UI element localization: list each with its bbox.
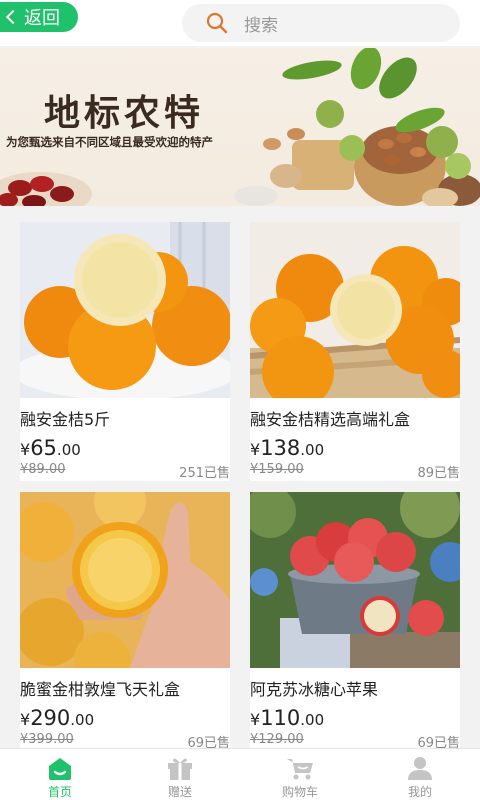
currency-symbol: ¥ <box>20 710 31 729</box>
tab-label: 购物车 <box>281 785 318 799</box>
product-card[interactable]: 脆蜜金柑敦煌飞天礼盒 ¥290.00 ¥399.00 69已售 <box>20 492 230 751</box>
currency-symbol: ¥ <box>250 710 261 729</box>
tab-gift[interactable]: 赠送 <box>120 749 240 800</box>
kumquat-bowl-image <box>20 222 230 398</box>
banner-subtitle: 为您甄选来自不同区域且最受欢迎的特产 <box>6 135 213 149</box>
product-image[interactable] <box>20 222 230 398</box>
original-price: ¥89.00 <box>20 462 66 477</box>
back-button[interactable]: 返回 <box>0 2 78 32</box>
product-price: ¥290.00 <box>20 706 230 730</box>
product-image[interactable] <box>20 492 230 668</box>
price-decimal: .00 <box>56 441 81 459</box>
currency-symbol: ¥ <box>20 440 31 459</box>
apple-bucket-image <box>250 492 460 668</box>
product-card[interactable]: 融安金桔5斤 ¥65.00 ¥89.00 251已售 <box>20 222 230 481</box>
tab-label: 首页 <box>47 785 72 799</box>
home-icon <box>49 758 71 780</box>
sold-count: 89已售 <box>417 466 460 481</box>
promo-banner[interactable]: 地标农特 为您甄选来自不同区域且最受欢迎的特产 <box>0 48 480 206</box>
currency-symbol: ¥ <box>250 440 261 459</box>
price-decimal: .00 <box>300 711 325 729</box>
search-icon <box>206 12 228 34</box>
search-input[interactable]: 搜索 <box>182 4 460 42</box>
product-title: 脆蜜金柑敦煌飞天礼盒 <box>20 680 181 699</box>
product-title: 阿克苏冰糖心苹果 <box>250 680 379 699</box>
cart-icon <box>287 759 313 780</box>
original-price: ¥159.00 <box>250 462 304 477</box>
tab-label: 我的 <box>407 785 432 799</box>
product-image[interactable] <box>250 222 460 398</box>
user-icon <box>408 757 432 780</box>
product-price: ¥110.00 <box>250 706 460 730</box>
price-integer: 290 <box>30 706 71 730</box>
kumquat-basket-image <box>250 222 460 398</box>
search-placeholder: 搜索 <box>244 15 278 36</box>
sold-count: 251已售 <box>179 466 230 481</box>
chevron-left-icon <box>5 9 21 25</box>
tab-home[interactable]: 首页 <box>0 749 120 800</box>
bottom-tab-bar: 首页 赠送 购物车 我的 <box>0 748 480 800</box>
price-integer: 110 <box>260 706 301 730</box>
kumquat-hand-image <box>20 492 230 668</box>
tab-profile[interactable]: 我的 <box>360 749 480 800</box>
product-price: ¥138.00 <box>250 436 460 460</box>
price-decimal: .00 <box>70 711 95 729</box>
tab-label: 赠送 <box>167 785 192 799</box>
back-label: 返回 <box>24 8 60 29</box>
banner-title: 地标农特 <box>44 92 205 134</box>
price-integer: 65 <box>30 436 57 460</box>
tab-cart[interactable]: 购物车 <box>240 749 360 800</box>
gift-icon <box>168 758 192 780</box>
price-decimal: .00 <box>300 441 325 459</box>
product-price: ¥65.00 <box>20 436 230 460</box>
product-card[interactable]: 阿克苏冰糖心苹果 ¥110.00 ¥129.00 69已售 <box>250 492 460 751</box>
product-title: 融安金桔5斤 <box>20 410 111 429</box>
price-integer: 138 <box>260 436 301 460</box>
header-bar: 返回 搜索 <box>0 0 480 46</box>
product-image[interactable] <box>250 492 460 668</box>
product-card[interactable]: 融安金桔精选高端礼盒 ¥138.00 ¥159.00 89已售 <box>250 222 460 481</box>
product-title: 融安金桔精选高端礼盒 <box>250 410 411 429</box>
